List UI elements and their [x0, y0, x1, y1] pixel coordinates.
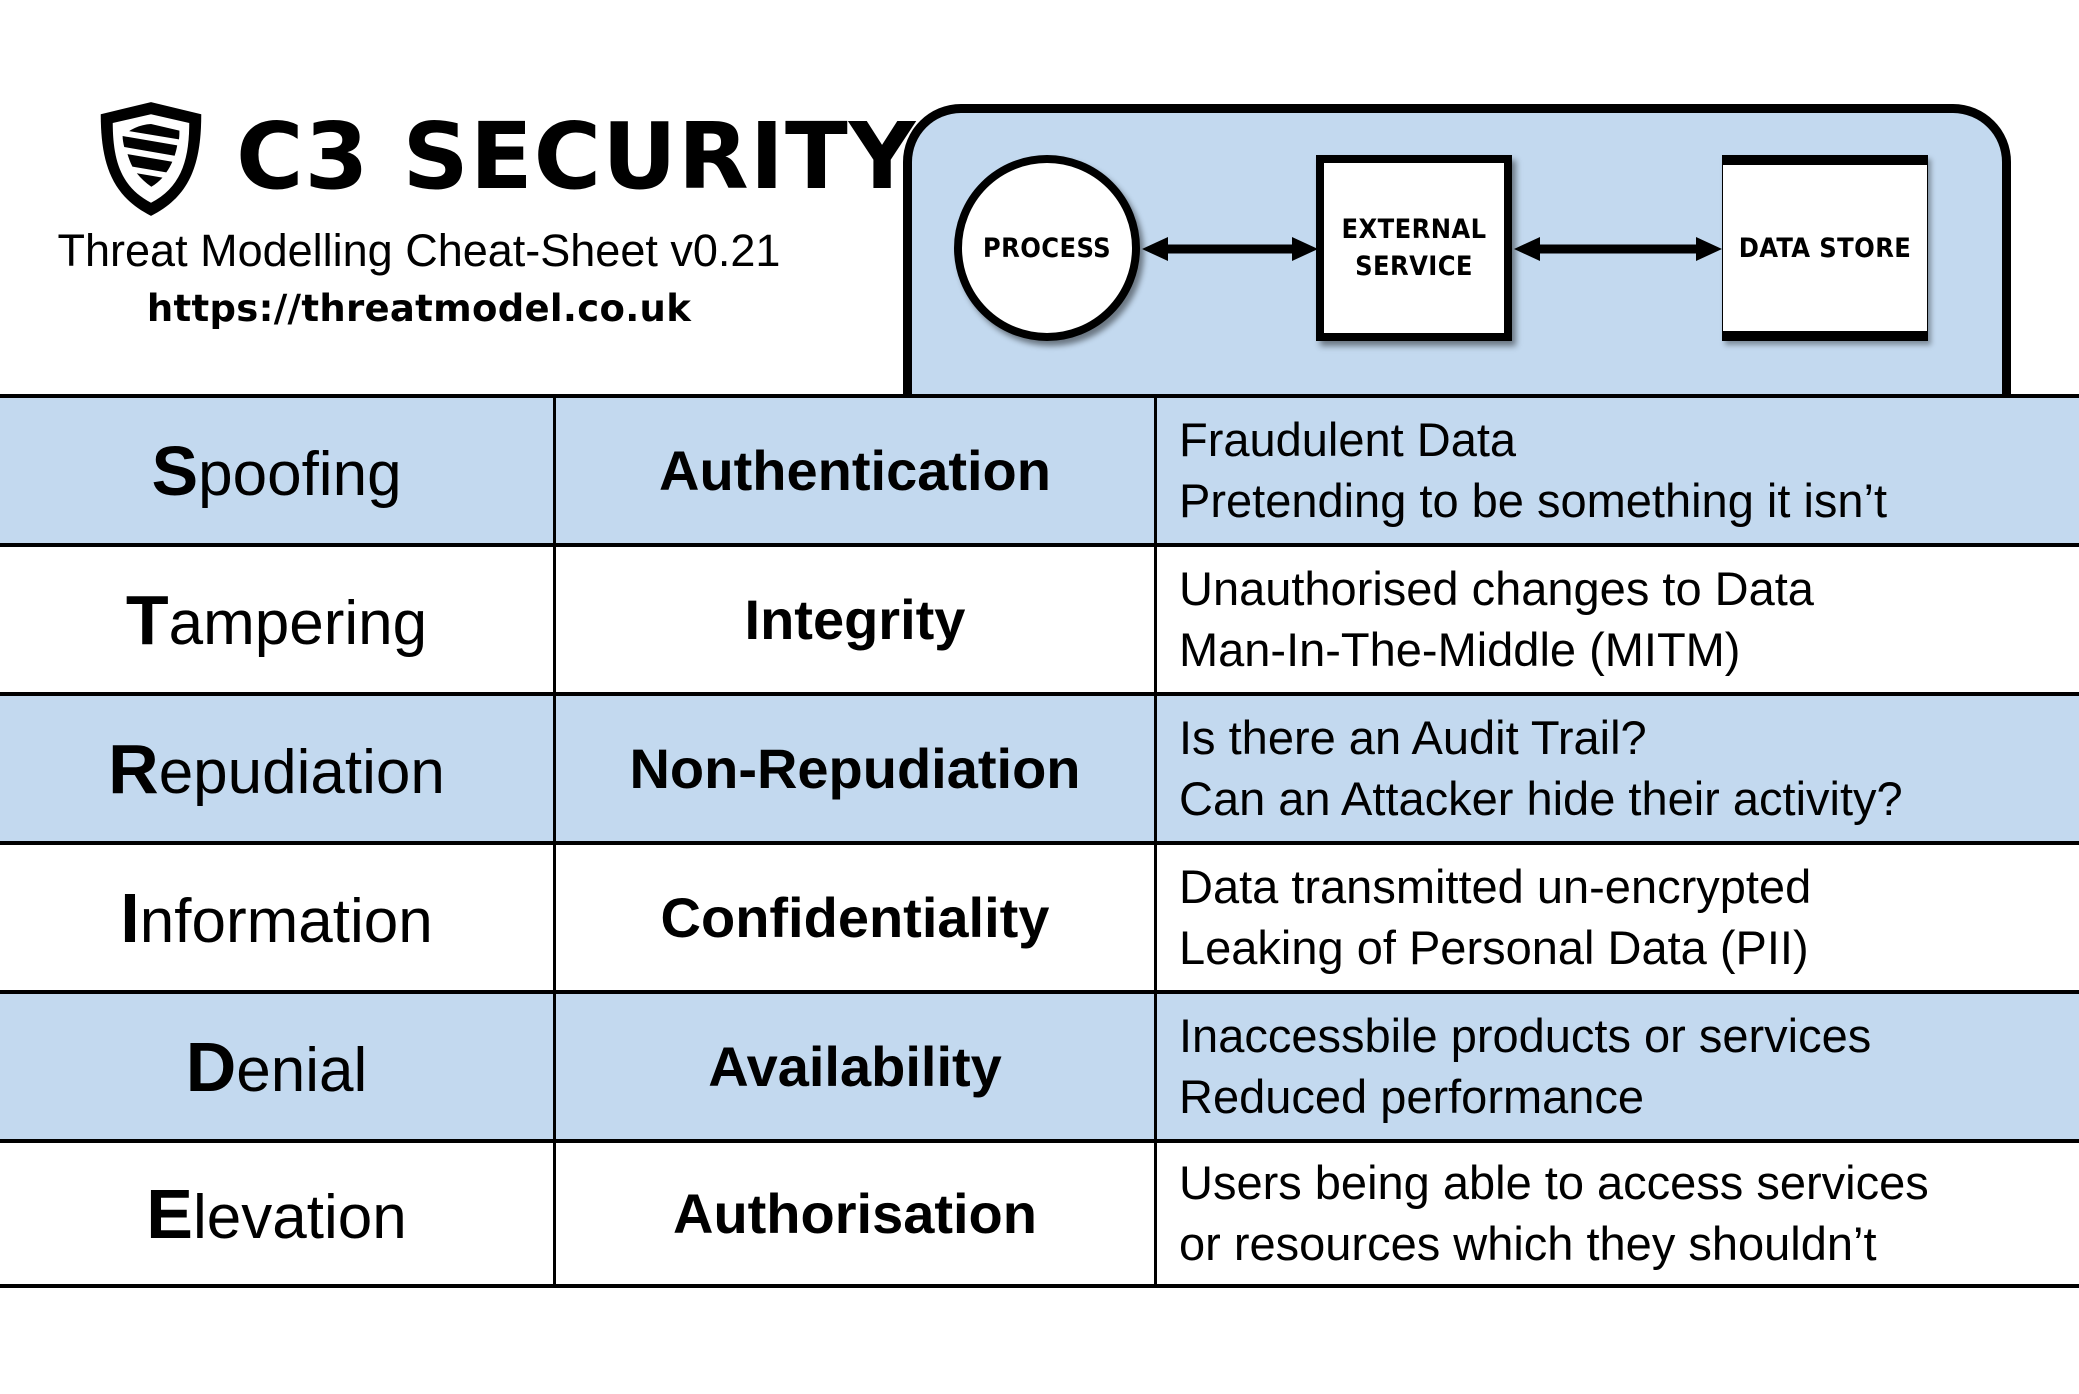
stride-term-rest: nformation [139, 886, 433, 956]
stride-term: Information [120, 883, 432, 953]
diagram-node-external-service: EXTERNAL SERVICE [1316, 155, 1512, 341]
brand-url[interactable]: https://threatmodel.co.uk [24, 287, 814, 330]
stride-term-cell: Denial [0, 994, 556, 1139]
security-property-cell: Non-Repudiation [556, 696, 1157, 841]
table-row: Denial Availability Inaccessbile product… [0, 990, 2079, 1139]
brand-tagline: Threat Modelling Cheat-Sheet v0.21 [57, 225, 781, 276]
external-service-node-label: EXTERNAL SERVICE [1341, 211, 1486, 286]
description-cell: Users being able to access services or r… [1157, 1143, 2079, 1284]
description-line-1: Data transmitted un-encrypted [1179, 860, 1812, 914]
external-service-label-line2: SERVICE [1355, 251, 1473, 282]
flow-arrow-process-to-external [1142, 237, 1318, 261]
description-line-2: Reduced performance [1179, 1069, 1645, 1123]
external-service-label-line1: EXTERNAL [1341, 213, 1487, 245]
process-node-label: PROCESS [982, 232, 1112, 264]
security-property: Authentication [659, 438, 1051, 502]
stride-initial: I [120, 878, 140, 957]
stride-initial: R [108, 729, 159, 808]
stride-term-rest: poofing [198, 439, 402, 509]
stride-initial: D [185, 1027, 237, 1106]
brand-name: C3 SECURITY [236, 103, 917, 210]
stride-term: Spoofing [151, 436, 401, 506]
security-property: Non-Repudiation [629, 736, 1081, 800]
trust-boundary: PROCESS EXTERNAL SERVICE DATA STORE [903, 104, 2011, 394]
description-line-2: or resources which they shouldn’t [1179, 1216, 1877, 1270]
stride-term-cell: Repudiation [0, 696, 556, 841]
description-cell: Is there an Audit Trail? Can an Attacker… [1157, 696, 2079, 841]
stride-term-rest: levation [193, 1182, 407, 1252]
stride-term-cell: Tampering [0, 547, 556, 692]
description-line-1: Fraudulent Data [1179, 413, 1517, 467]
security-property-cell: Integrity [556, 547, 1157, 692]
diagram-node-process: PROCESS [954, 155, 1140, 341]
description-cell: Fraudulent Data Pretending to be somethi… [1157, 398, 2079, 543]
stride-term-rest: enial [236, 1035, 368, 1105]
description-line-2: Pretending to be something it isn’t [1179, 473, 1888, 527]
stride-term: Repudiation [108, 734, 445, 804]
description-line-2: Can an Attacker hide their activity? [1179, 771, 1903, 825]
stride-initial: S [151, 431, 199, 510]
shield-s-logo-icon [92, 100, 210, 218]
description-cell: Unauthorised changes to Data Man-In-The-… [1157, 547, 2079, 692]
security-property-cell: Authentication [556, 398, 1157, 543]
stride-term-cell: Spoofing [0, 398, 556, 543]
stride-term-cell: Information [0, 845, 556, 990]
security-property-cell: Confidentiality [556, 845, 1157, 990]
description-line-2: Man-In-The-Middle (MITM) [1179, 622, 1741, 676]
security-property: Integrity [744, 587, 966, 651]
description-line-1: Unauthorised changes to Data [1179, 562, 1814, 616]
security-property: Availability [708, 1034, 1002, 1098]
security-property-cell: Availability [556, 994, 1157, 1139]
table-row: Tampering Integrity Unauthorised changes… [0, 543, 2079, 692]
table-row: Repudiation Non-Repudiation Is there an … [0, 692, 2079, 841]
stride-term: Tampering [126, 585, 427, 655]
stride-table: Spoofing Authentication Fraudulent Data … [0, 394, 2079, 1288]
stride-term-rest: epudiation [158, 737, 445, 807]
description-line-1: Is there an Audit Trail? [1179, 711, 1647, 765]
description-line-1: Inaccessbile products or services [1179, 1009, 1872, 1063]
description-line-2: Leaking of Personal Data (PII) [1179, 920, 1809, 974]
stride-term-rest: ampering [168, 588, 428, 658]
security-property-cell: Authorisation [556, 1143, 1157, 1284]
description-line-1: Users being able to access services [1179, 1156, 1929, 1210]
stride-term-cell: Elevation [0, 1143, 556, 1284]
security-property: Authorisation [673, 1181, 1037, 1245]
table-row: Information Confidentiality Data transmi… [0, 841, 2079, 990]
diagram-node-data-store: DATA STORE [1722, 155, 1928, 341]
data-store-node-label: DATA STORE [1738, 232, 1912, 264]
description-cell: Inaccessbile products or services Reduce… [1157, 994, 2079, 1139]
flow-arrow-external-to-datastore [1514, 237, 1722, 261]
brand-header: C3 SECURITY Threat Modelling Cheat-Sheet… [0, 96, 915, 330]
description-cell: Data transmitted un-encrypted Leaking of… [1157, 845, 2079, 990]
stride-term: Denial [186, 1032, 368, 1102]
table-row: Spoofing Authentication Fraudulent Data … [0, 394, 2079, 543]
table-row: Elevation Authorisation Users being able… [0, 1139, 2079, 1288]
cheat-sheet-page: C3 SECURITY Threat Modelling Cheat-Sheet… [0, 0, 2079, 1394]
stride-term: Elevation [146, 1179, 406, 1249]
stride-initial: T [125, 580, 169, 659]
brand-logo-row: C3 SECURITY [0, 96, 915, 218]
stride-initial: E [146, 1174, 193, 1253]
security-property: Confidentiality [660, 885, 1050, 949]
